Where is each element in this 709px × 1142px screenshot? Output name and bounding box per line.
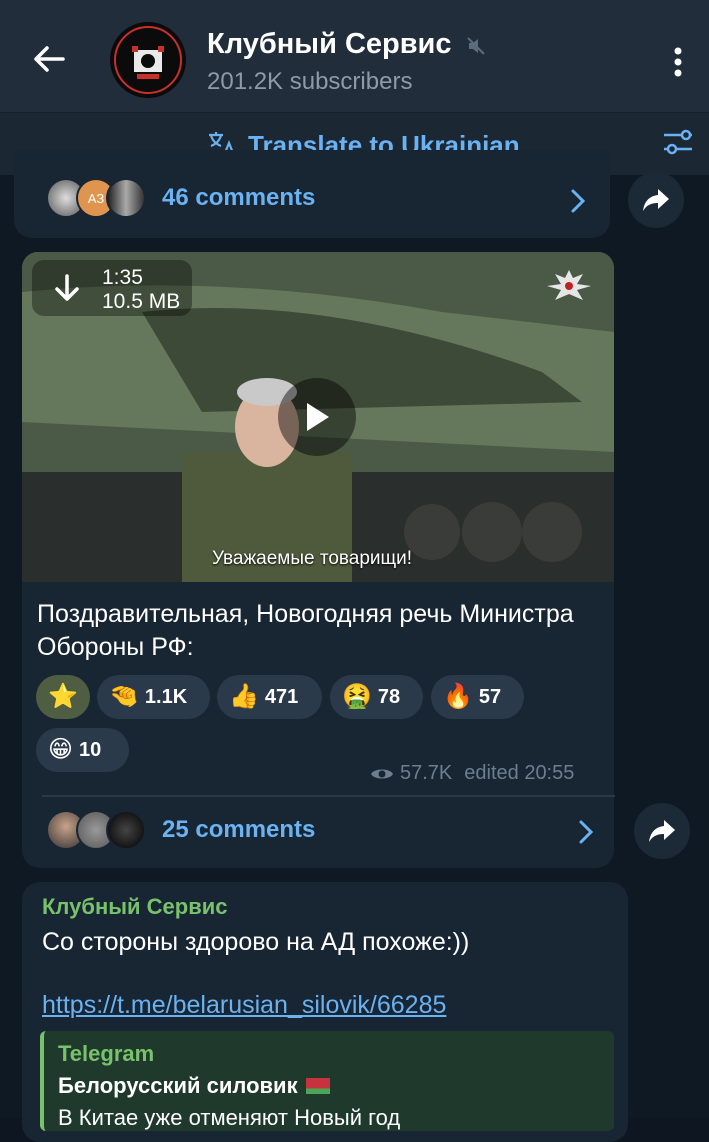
thumbs-up-icon: 👍 (229, 683, 259, 710)
message-text: Со стороны здорово на АД похоже:)) (42, 928, 470, 956)
comments-button-1[interactable]: АЗ 46 comments (46, 178, 315, 218)
channel-avatar[interactable] (110, 22, 186, 98)
share-arrow-icon (643, 189, 669, 211)
chat-header: Клубный Сервис 201.2K subscribers (0, 0, 709, 112)
more-menu-button[interactable] (658, 40, 698, 84)
message-link[interactable]: https://t.me/belarusian_silovik/66285 (42, 991, 446, 1020)
commenter-avatar (106, 178, 146, 218)
video-player[interactable]: 1:35 10.5 MB Уважаемые товарищи! (22, 252, 614, 582)
reaction-thumbs-up[interactable]: 👍 471 (217, 675, 322, 719)
edited-time: edited 20:55 (464, 762, 575, 784)
share-button-1[interactable] (628, 172, 684, 228)
download-icon (55, 274, 79, 301)
back-button[interactable] (26, 36, 72, 82)
view-count: 57.7K (400, 762, 453, 784)
star-icon: ⭐ (48, 683, 78, 710)
comments-divider (42, 795, 615, 797)
comments-button-2[interactable]: 25 comments (46, 810, 315, 850)
preview-description: В Китае уже отменяют Новый год (58, 1105, 401, 1130)
reaction-count: 471 (264, 685, 299, 708)
commenter-avatar (106, 810, 146, 850)
comments-count: 25 comments (162, 816, 316, 843)
fire-icon: 🔥 (443, 683, 473, 710)
translate-settings-icon[interactable] (660, 124, 696, 160)
comments-count: 46 comments (162, 184, 316, 211)
reaction-vomit[interactable]: 🤮 78 (330, 675, 423, 719)
reaction-count: 1.1K (144, 685, 188, 708)
reaction-star[interactable]: ⭐ (36, 675, 90, 719)
back-arrow-icon (34, 46, 65, 72)
message-meta: 57.7K edited 20:55 (370, 762, 574, 785)
video-file-size: 10.5 MB (102, 290, 181, 313)
message-author[interactable]: Клубный Сервис (42, 894, 228, 920)
preview-title-text: Белорусский силовик (58, 1073, 298, 1098)
reaction-count: 10 (79, 738, 102, 761)
preview-title: Белорусский силовик (58, 1073, 330, 1099)
share-arrow-icon (649, 820, 675, 842)
download-badge[interactable]: 1:35 10.5 MB (32, 260, 192, 316)
vomiting-face-icon: 🤮 (342, 683, 372, 710)
play-button[interactable] (278, 378, 356, 456)
video-subtitle: Уважаемые товарищи! (212, 548, 413, 569)
share-button-2[interactable] (634, 803, 690, 859)
eye-icon (371, 769, 393, 778)
vertical-dots-icon (674, 47, 682, 77)
video-duration: 1:35 (102, 266, 143, 289)
grinning-face-icon: 😁 (48, 736, 74, 763)
reaction-grin[interactable]: 😁 10 (36, 728, 129, 772)
belarus-flag-icon (305, 1078, 330, 1094)
muted-icon (467, 37, 485, 55)
chevron-right-icon (579, 820, 594, 844)
channel-title[interactable]: Клубный Сервис (207, 28, 452, 61)
chevron-right-icon (571, 189, 586, 213)
post-text: Поздравительная, Новогодняя речь Министр… (37, 600, 574, 661)
pinching-hand-icon: 🤏 (109, 683, 139, 710)
link-preview[interactable]: Telegram Белорусский силовик В Китае уже… (40, 1031, 614, 1131)
reaction-fire[interactable]: 🔥 57 (431, 675, 524, 719)
reaction-pinch[interactable]: 🤏 1.1K (97, 675, 210, 719)
reaction-count: 78 (377, 685, 401, 708)
subscriber-count: 201.2K subscribers (207, 68, 413, 95)
preview-site-name: Telegram (58, 1041, 155, 1066)
reaction-count: 57 (478, 685, 502, 708)
emblem-icon (547, 270, 591, 300)
play-icon (307, 403, 329, 431)
